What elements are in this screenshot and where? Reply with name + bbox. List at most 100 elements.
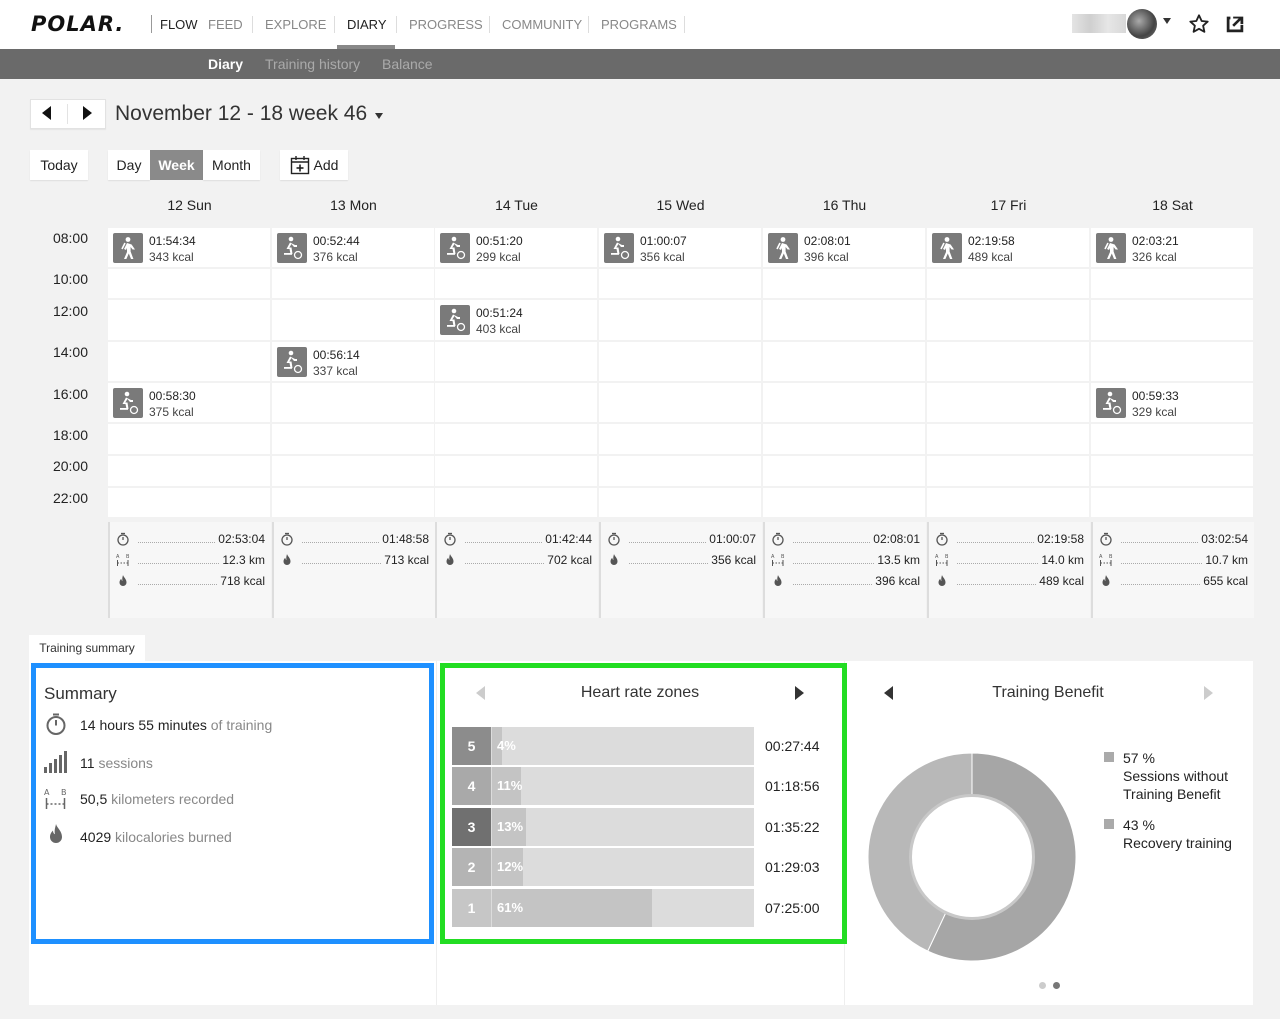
- svg-text:B: B: [781, 554, 785, 560]
- nav-feed[interactable]: FEED: [208, 17, 243, 32]
- calendar-cell[interactable]: [272, 456, 434, 486]
- sync-icon[interactable]: [1224, 13, 1246, 35]
- calendar-cell[interactable]: [108, 456, 270, 486]
- calendar-cell[interactable]: [599, 424, 761, 454]
- calendar-cell[interactable]: [763, 342, 925, 381]
- carousel-dot-active[interactable]: [1053, 982, 1060, 989]
- calendar-cell[interactable]: [763, 488, 925, 517]
- training-session[interactable]: 00:56:14 337 kcal: [277, 347, 427, 379]
- calendar-cell[interactable]: [763, 269, 925, 298]
- nav-programs[interactable]: PROGRAMS: [601, 17, 677, 32]
- calendar-cell[interactable]: [599, 488, 761, 517]
- calendar-cell[interactable]: [927, 488, 1089, 517]
- calendar-cell[interactable]: [927, 342, 1089, 381]
- tab-training-summary[interactable]: Training summary: [29, 635, 145, 661]
- subnav-diary[interactable]: Diary: [208, 56, 243, 72]
- day-header[interactable]: 14 Tue: [435, 197, 598, 213]
- calendar-cell[interactable]: [927, 269, 1089, 298]
- calendar-cell[interactable]: [1091, 342, 1253, 381]
- calendar-cell[interactable]: [599, 269, 761, 298]
- day-header[interactable]: 16 Thu: [763, 197, 926, 213]
- session-calories: 326 kcal: [1132, 250, 1177, 264]
- training-session[interactable]: 01:00:07 356 kcal: [604, 233, 754, 265]
- calendar-cell[interactable]: [599, 342, 761, 381]
- training-session[interactable]: 01:54:34 343 kcal: [113, 233, 263, 265]
- day-view-button[interactable]: Day: [108, 150, 150, 180]
- nav-diary[interactable]: DIARY: [347, 17, 387, 32]
- training-benefit-next-icon[interactable]: [1204, 686, 1213, 700]
- carousel-dot[interactable]: [1039, 982, 1046, 989]
- week-view-button[interactable]: Week: [150, 150, 203, 180]
- training-session[interactable]: 00:58:30 375 kcal: [113, 388, 263, 420]
- day-header[interactable]: 17 Fri: [927, 197, 1090, 213]
- calendar-cell[interactable]: [763, 456, 925, 486]
- username-redacted[interactable]: [1072, 14, 1126, 33]
- training-session[interactable]: 00:51:20 299 kcal: [440, 233, 590, 265]
- next-week-icon[interactable]: [83, 106, 92, 120]
- month-view-button[interactable]: Month: [203, 150, 260, 180]
- nav-explore[interactable]: EXPLORE: [265, 17, 326, 32]
- calendar-cell[interactable]: [435, 424, 597, 454]
- subnav-balance[interactable]: Balance: [382, 56, 433, 72]
- session-duration: 02:03:21: [1132, 234, 1179, 248]
- calendar-cell[interactable]: [435, 342, 597, 381]
- polar-logo[interactable]: POLAR.: [31, 12, 124, 36]
- nav-flow[interactable]: FLOW: [160, 17, 198, 32]
- calendar-cell[interactable]: [272, 383, 434, 422]
- training-session[interactable]: 00:52:44 376 kcal: [277, 233, 427, 265]
- week-title[interactable]: November 12 - 18 week 46: [115, 102, 367, 126]
- calendar-cell[interactable]: [435, 456, 597, 486]
- calendar-cell[interactable]: [108, 342, 270, 381]
- training-session[interactable]: 02:08:01 396 kcal: [768, 233, 918, 265]
- day-header[interactable]: 13 Mon: [272, 197, 435, 213]
- training-session[interactable]: 02:03:21 326 kcal: [1096, 233, 1246, 265]
- calendar-cell[interactable]: [435, 269, 597, 298]
- chevron-down-icon[interactable]: [375, 113, 383, 119]
- donut-hole: [912, 797, 1032, 917]
- calendar-cell[interactable]: [599, 456, 761, 486]
- day-total-calories: 489 kcal: [1036, 574, 1084, 588]
- calendar-cell[interactable]: [1091, 424, 1253, 454]
- previous-week-icon[interactable]: [42, 106, 51, 120]
- avatar[interactable]: [1127, 9, 1157, 39]
- calendar-cell[interactable]: [108, 424, 270, 454]
- stopwatch-icon: [771, 532, 785, 546]
- calendar-cell[interactable]: [435, 383, 597, 422]
- calendar-cell[interactable]: [927, 383, 1089, 422]
- calendar-cell[interactable]: [599, 300, 761, 340]
- calendar-cell[interactable]: [763, 424, 925, 454]
- nav-community[interactable]: COMMUNITY: [502, 17, 582, 32]
- calendar-cell[interactable]: [108, 269, 270, 298]
- calendar-cell[interactable]: [435, 488, 597, 517]
- training-session[interactable]: 00:59:33 329 kcal: [1096, 388, 1246, 420]
- day-summary: 01:42:44 702 kcal: [435, 522, 598, 618]
- star-icon[interactable]: [1188, 13, 1210, 35]
- training-session[interactable]: 02:19:58 489 kcal: [932, 233, 1082, 265]
- calendar-cell[interactable]: [1091, 300, 1253, 340]
- calendar-cell[interactable]: [272, 300, 434, 340]
- calendar-cell[interactable]: [108, 488, 270, 517]
- today-button[interactable]: Today: [30, 150, 88, 180]
- nav-progress[interactable]: PROGRESS: [409, 17, 483, 32]
- day-header[interactable]: 12 Sun: [108, 197, 271, 213]
- calendar-cell[interactable]: [927, 456, 1089, 486]
- calendar-cell[interactable]: [272, 269, 434, 298]
- calendar-cell[interactable]: [927, 424, 1089, 454]
- training-benefit-prev-icon[interactable]: [884, 686, 893, 700]
- calendar-cell[interactable]: [1091, 456, 1253, 486]
- chevron-down-icon[interactable]: [1163, 18, 1171, 24]
- calendar-cell[interactable]: [763, 383, 925, 422]
- calendar-cell[interactable]: [927, 300, 1089, 340]
- day-header[interactable]: 15 Wed: [599, 197, 762, 213]
- calendar-cell[interactable]: [1091, 269, 1253, 298]
- calendar-cell[interactable]: [599, 383, 761, 422]
- calendar-cell[interactable]: [272, 488, 434, 517]
- calendar-cell[interactable]: [272, 424, 434, 454]
- cycling-icon: [277, 347, 307, 377]
- training-session[interactable]: 00:51:24 403 kcal: [440, 305, 590, 337]
- subnav-training-history[interactable]: Training history: [265, 56, 360, 72]
- calendar-cell[interactable]: [108, 300, 270, 340]
- calendar-cell[interactable]: [1091, 488, 1253, 517]
- day-header[interactable]: 18 Sat: [1091, 197, 1254, 213]
- calendar-cell[interactable]: [763, 300, 925, 340]
